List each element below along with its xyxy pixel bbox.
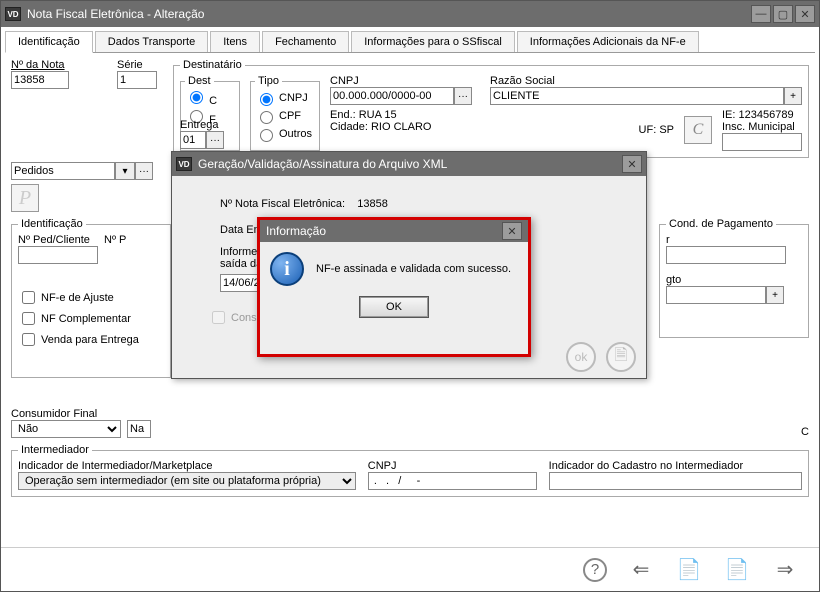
identificacao-group: Identificação Nº Ped/Cliente Nº P NF-e d… [11,218,171,378]
insc-mun-input[interactable] [722,133,802,151]
pedidos-dropdown-button[interactable]: ▾ [115,162,135,180]
np-label: Nº P [104,234,126,246]
pedidos-input[interactable] [11,162,115,180]
intermed-cad-input[interactable] [549,472,802,490]
cond-gto-plus-button[interactable]: + [766,286,784,304]
xml-ok-button[interactable]: ok [566,342,596,372]
cond-pagamento-group: Cond. de Pagamento r gto + [659,218,809,338]
xml-title: Geração/Validação/Assinatura do Arquivo … [198,157,447,171]
intermed-cad-label: Indicador do Cadastro no Intermediador [549,460,802,472]
cond-pagamento-legend: Cond. de Pagamento [666,218,776,230]
consumidor-label: Consumidor Final [11,408,121,420]
ped-cliente-label: Nº Ped/Cliente [18,234,98,246]
tipo-cnpj-radio[interactable]: CNPJ [255,90,315,106]
gto-label: gto [666,274,802,286]
doc1-icon[interactable]: 📄 [675,556,703,584]
help-icon[interactable]: ? [583,558,607,582]
tipo-label: Tipo [255,75,282,87]
intermed-cnpj-input[interactable] [368,472,537,490]
cond-gto-input[interactable] [666,286,766,304]
tipo-cpf-radio[interactable]: CPF [255,108,315,124]
dest-c-radio[interactable]: C [185,95,217,107]
endereco-text: End.: RUA 15 [330,109,480,121]
xml-nf-label: Nº Nota Fiscal Eletrônica: [220,198,345,210]
ck-venda-entrega[interactable]: Venda para Entrega [18,330,164,349]
r-label: r [666,234,802,246]
tab-adicionais[interactable]: Informações Adicionais da NF-e [517,31,699,52]
ind-intermed-label: Indicador de Intermediador/Marketplace [18,460,356,472]
doc2-icon[interactable]: 📄 [723,556,751,584]
insc-mun-label: Insc. Municipal [722,121,802,133]
msg-titlebar: Informação ✕ [260,220,528,242]
info-icon: i [270,252,304,286]
razao-input[interactable] [490,87,784,105]
serie-label: Série [117,59,167,71]
xml-close-button[interactable]: ✕ [622,155,642,173]
tab-identificacao[interactable]: Identificação [5,31,93,53]
cidade-text: Cidade: RIO CLARO [330,121,480,133]
razao-plus-button[interactable]: + [784,87,802,105]
tab-dados-transporte[interactable]: Dados Transporte [95,31,208,52]
minimize-button[interactable]: — [751,5,771,23]
num-nota-label: Nº da Nota [11,59,111,71]
tab-bar: Identificação Dados Transporte Itens Fec… [5,31,815,53]
destinatario-group: Destinatário Dest C F Tipo CNPJ CPF Outr… [173,59,809,158]
tab-ssfiscal[interactable]: Informações para o SSfiscal [351,31,515,52]
entrega-label: Entrega [180,119,224,131]
maximize-button[interactable]: ▢ [773,5,793,23]
uf-text: UF: SP [639,124,674,136]
entrega-input[interactable] [180,131,206,149]
close-button[interactable]: ✕ [795,5,815,23]
c-label: C [801,426,809,438]
entrega-lookup-button[interactable]: ··· [206,131,224,149]
ped-cliente-input[interactable] [18,246,98,264]
main-window: VD Nota Fiscal Eletrônica - Alteração — … [0,0,820,592]
msg-title: Informação [266,224,326,238]
msg-text: NF-e assinada e validada com sucesso. [316,263,511,275]
consumidor-select[interactable]: Não [11,420,121,438]
na-input[interactable] [127,420,151,438]
c-button[interactable]: C [684,116,712,144]
bottom-toolbar: ? ⇐ 📄 📄 ⇒ [1,547,819,591]
xml-nf-value: 13858 [357,198,388,210]
ie-text: IE: 123456789 [722,109,802,121]
app-badge: VD [5,7,21,21]
next-icon[interactable]: ⇒ [771,556,799,584]
identificacao-legend: Identificação [18,218,86,230]
ind-intermed-select[interactable]: Operação sem intermediador (em site ou p… [18,472,356,490]
razao-label: Razão Social [490,75,802,87]
destinatario-legend: Destinatário [180,59,245,71]
dest-label: Dest [185,75,214,87]
num-nota-input[interactable] [11,71,69,89]
msg-body: i NF-e assinada e validada com sucesso. [260,242,528,296]
info-message-box: Informação ✕ i NF-e assinada e validada … [257,217,531,357]
intermediador-legend: Intermediador [18,444,92,456]
tipo-box: Tipo CNPJ CPF Outros [250,75,320,151]
xml-badge: VD [176,157,192,171]
cnpj-input[interactable] [330,87,454,105]
ck-complementar[interactable]: NF Complementar [18,309,164,328]
xml-doc-cancel-icon[interactable]: 🗎 [606,342,636,372]
cond-r-input[interactable] [666,246,786,264]
msg-close-button[interactable]: ✕ [502,222,522,240]
intermediador-group: Intermediador Indicador de Intermediador… [11,444,809,497]
tab-fechamento[interactable]: Fechamento [262,31,349,52]
tipo-outros-radio[interactable]: Outros [255,126,315,142]
msg-ok-button[interactable]: OK [359,296,429,318]
tab-itens[interactable]: Itens [210,31,260,52]
cnpj-lookup-button[interactable]: ··· [454,87,472,105]
xml-bottom-buttons: ok 🗎 [566,342,636,372]
serie-input[interactable] [117,71,157,89]
cnpj-label: CNPJ [330,75,480,87]
window-title: Nota Fiscal Eletrônica - Alteração [27,7,204,21]
xml-titlebar: VD Geração/Validação/Assinatura do Arqui… [172,152,646,176]
intermed-cnpj-label: CNPJ [368,460,537,472]
pedidos-lookup-button[interactable]: ··· [135,162,153,180]
titlebar: VD Nota Fiscal Eletrônica - Alteração — … [1,1,819,27]
p-button[interactable]: P [11,184,39,212]
back-icon[interactable]: ⇐ [627,556,655,584]
ck-ajuste[interactable]: NF-e de Ajuste [18,288,164,307]
